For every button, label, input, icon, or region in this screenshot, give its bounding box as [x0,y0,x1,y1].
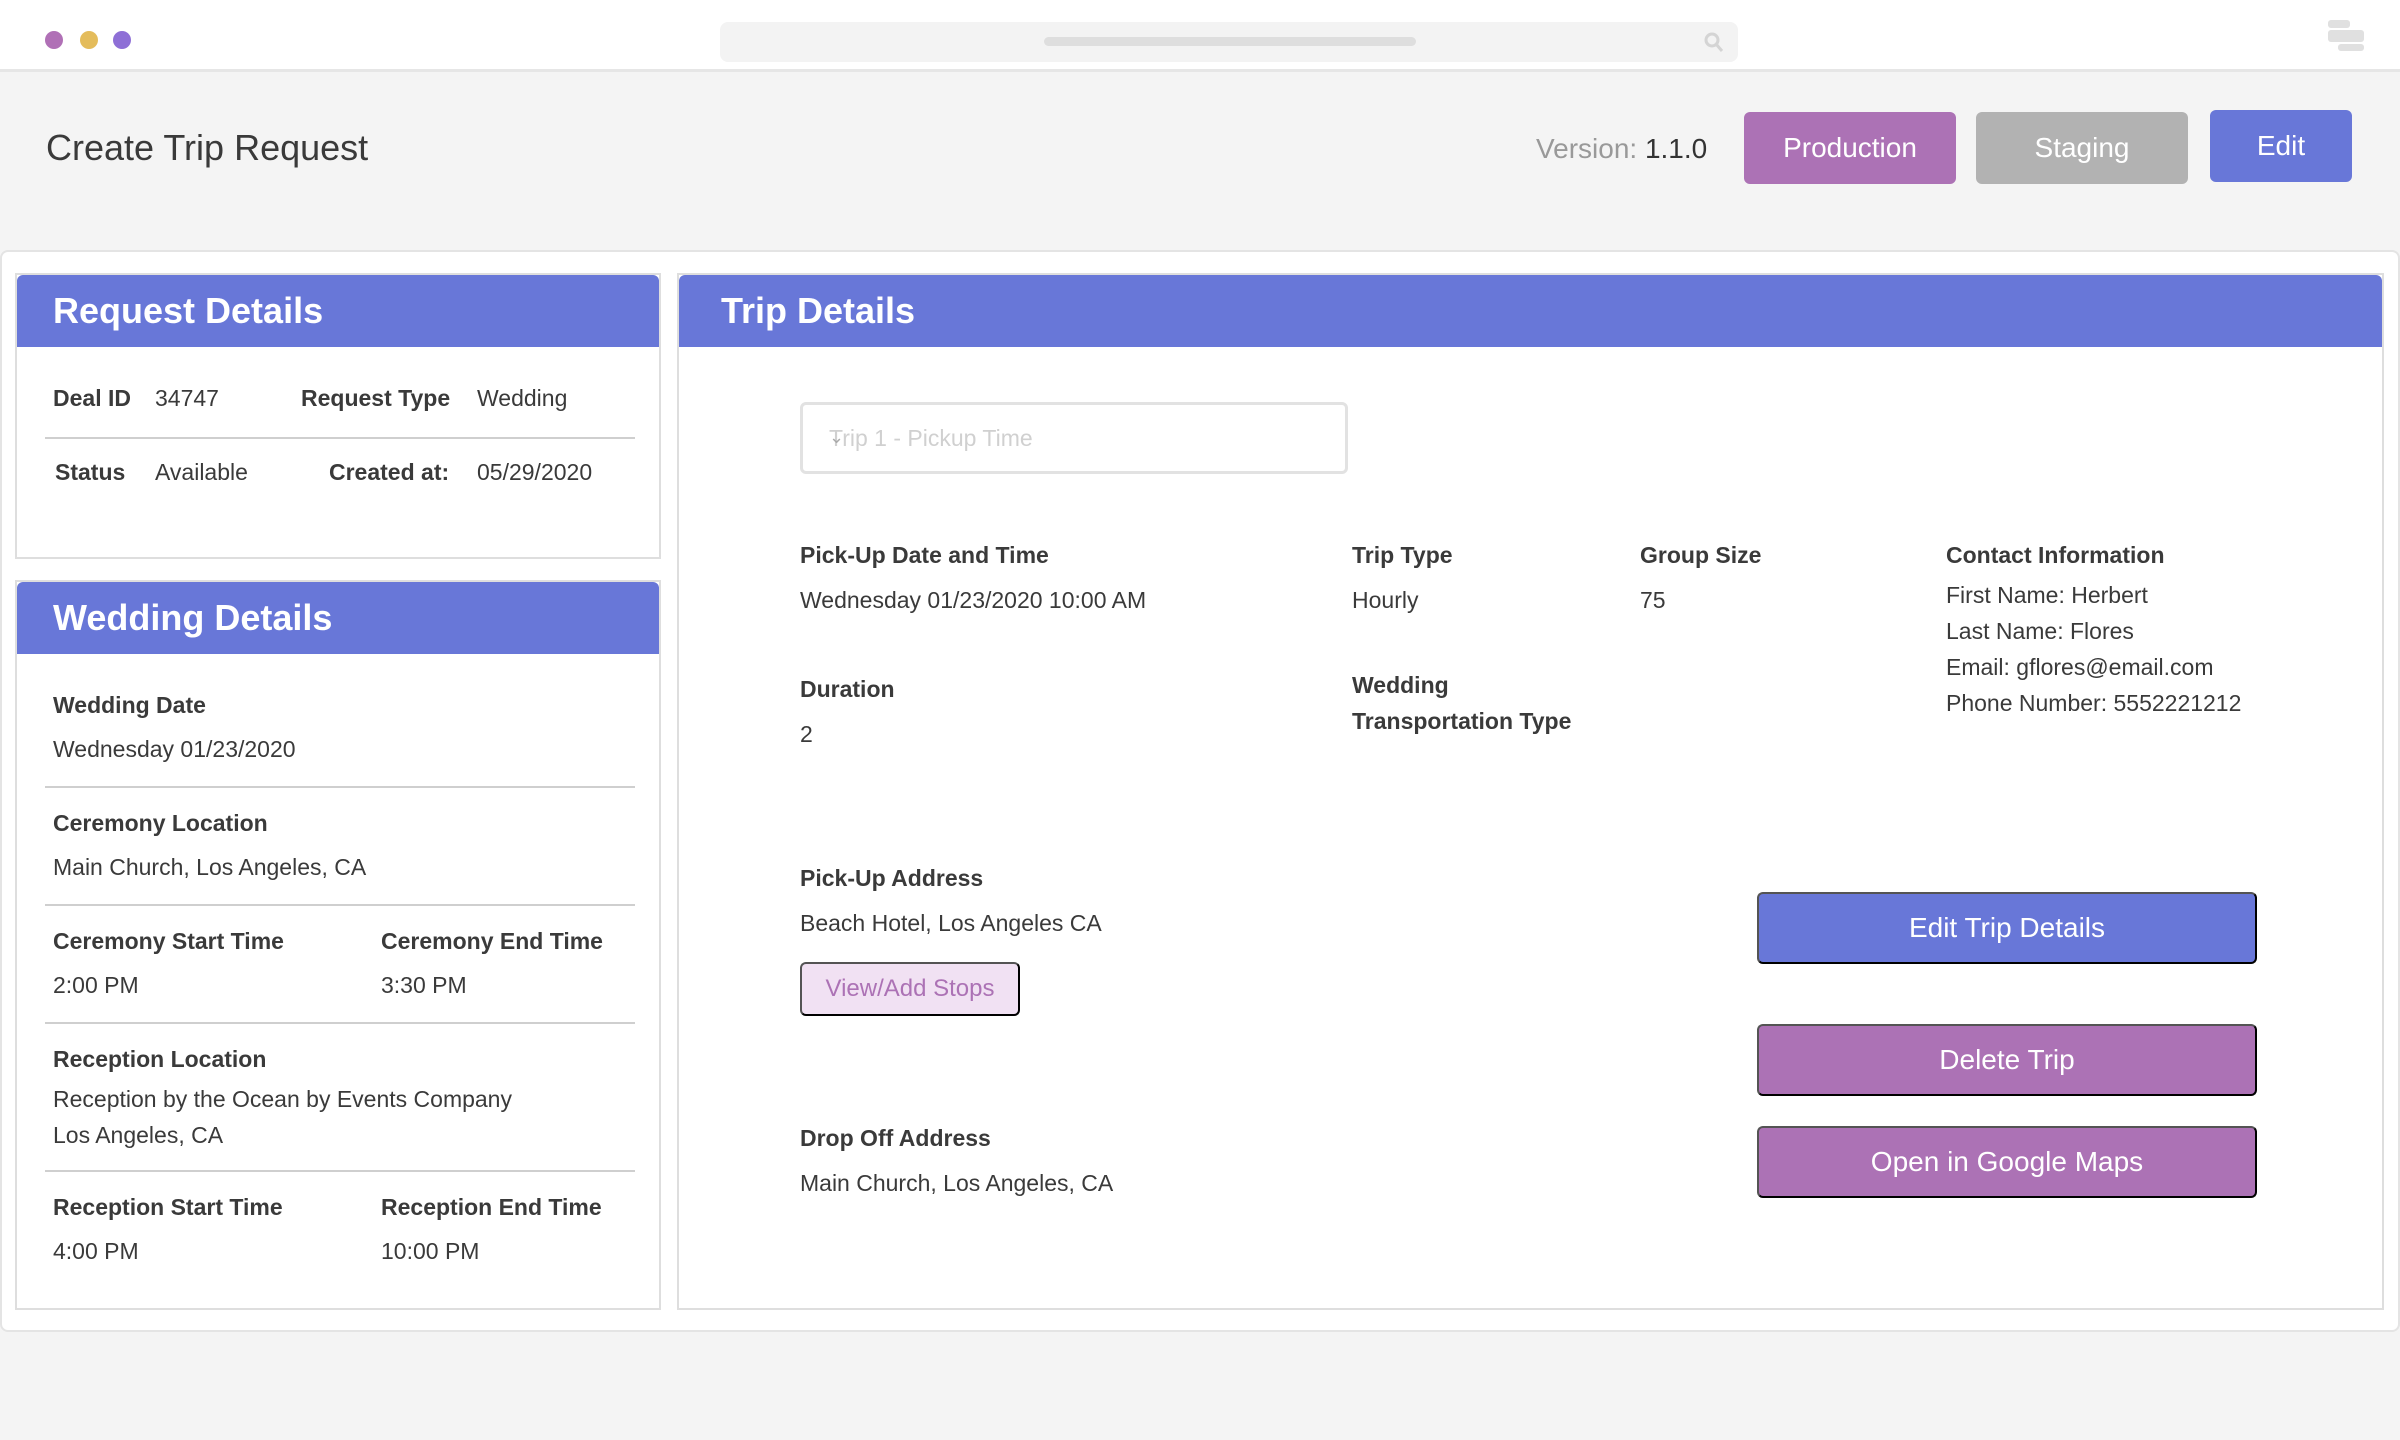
edit-trip-details-button[interactable]: Edit Trip Details [1757,892,2257,964]
pickup-datetime-label: Pick-Up Date and Time [800,542,1049,568]
version-indicator: Version: 1.1.0 [1536,133,1707,165]
version-label: Version: [1536,133,1638,164]
page-header: Create Trip Request Version: 1.1.0 Produ… [0,75,2400,250]
wedding-date-label: Wedding Date [53,692,206,718]
ceremony-location-label: Ceremony Location [53,810,268,836]
wedding-details-card: Wedding Details Wedding Date Wednesday 0… [15,580,661,1310]
contact-email: Email: gflores@email.com [1946,654,2214,680]
window-maximize-dot[interactable] [113,31,131,49]
contact-first-name: First Name: Herbert [1946,582,2148,608]
reception-location-line1: Reception by the Ocean by Events Company [53,1086,512,1112]
window-close-dot[interactable] [45,31,63,49]
reception-end-label: Reception End Time [381,1194,602,1220]
trip-details-title: Trip Details [679,275,2382,347]
reception-start-value: 4:00 PM [53,1238,139,1264]
status-value: Available [155,459,248,485]
duration-value: 2 [800,721,813,747]
divider [45,904,635,906]
browser-topbar [0,0,2400,72]
contact-info-label: Contact Information [1946,542,2165,568]
open-google-maps-button[interactable]: Open in Google Maps [1757,1126,2257,1198]
divider [45,1022,635,1024]
search-icon[interactable] [1702,30,1726,54]
wedding-details-title: Wedding Details [17,582,659,654]
production-button[interactable]: Production [1744,112,1956,184]
reception-location-label: Reception Location [53,1046,267,1072]
ceremony-end-value: 3:30 PM [381,972,467,998]
divider [45,437,635,439]
chevron-down-icon: ⌄ [829,427,845,447]
ceremony-start-value: 2:00 PM [53,972,139,998]
duration-label: Duration [800,676,895,702]
pickup-address-value: Beach Hotel, Los Angeles CA [800,910,1102,936]
reception-start-label: Reception Start Time [53,1194,283,1220]
address-bar[interactable] [720,22,1738,62]
trip-type-label: Trip Type [1352,542,1453,568]
request-type-value: Wedding [477,385,568,411]
ceremony-end-label: Ceremony End Time [381,928,603,954]
page-title: Create Trip Request [46,127,369,168]
delete-trip-button[interactable]: Delete Trip [1757,1024,2257,1096]
pickup-datetime-value: Wednesday 01/23/2020 10:00 AM [800,587,1147,613]
trip-select-dropdown[interactable]: Trip 1 - Pickup Time ⌄ [800,402,1348,474]
dropoff-address-label: Drop Off Address [800,1125,991,1151]
dropoff-address-value: Main Church, Los Angeles, CA [800,1170,1114,1196]
sidebar-toggle-icon[interactable] [2326,18,2366,54]
staging-button[interactable]: Staging [1976,112,2188,184]
ceremony-start-label: Ceremony Start Time [53,928,284,954]
address-placeholder [1044,37,1416,46]
ceremony-location-value: Main Church, Los Angeles, CA [53,854,367,880]
window-minimize-dot[interactable] [80,31,98,49]
version-value: 1.1.0 [1644,133,1708,164]
request-details-title: Request Details [17,275,659,347]
contact-phone: Phone Number: 5552221212 [1946,690,2242,716]
group-size-label: Group Size [1640,542,1762,568]
transport-type-label-line2: Transportation Type [1352,708,1572,734]
reception-location-line2: Los Angeles, CA [53,1122,224,1148]
divider [45,1170,635,1172]
status-label: Status [55,459,126,485]
request-type-label: Request Type [301,385,451,411]
reception-end-value: 10:00 PM [381,1238,480,1264]
wedding-date-value: Wednesday 01/23/2020 [53,736,296,762]
deal-id-label: Deal ID [53,385,131,411]
request-details-card: Request Details Deal ID 34747 Request Ty… [15,273,661,559]
pickup-address-label: Pick-Up Address [800,865,984,891]
edit-button[interactable]: Edit [2210,110,2352,182]
deal-id-value: 34747 [155,385,219,411]
group-size-value: 75 [1640,587,1666,613]
divider [45,786,635,788]
created-at-value: 05/29/2020 [477,459,593,485]
view-add-stops-button[interactable]: View/Add Stops [800,962,1020,1016]
trip-type-value: Hourly [1352,587,1419,613]
created-at-label: Created at: [329,459,450,485]
contact-last-name: Last Name: Flores [1946,618,2134,644]
transport-type-label-line1: Wedding [1352,672,1449,698]
